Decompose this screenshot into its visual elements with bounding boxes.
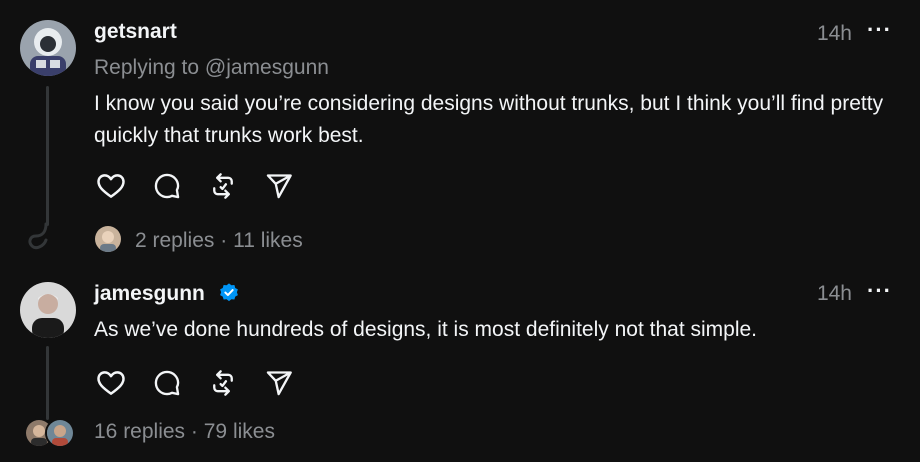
username[interactable]: getsnart (94, 20, 177, 44)
stats-separator: · (190, 420, 198, 443)
post-text: As we’ve done hundreds of designs, it is… (94, 318, 758, 341)
replier-avatar (45, 418, 75, 448)
thread-line (46, 86, 49, 226)
avatar[interactable] (20, 20, 76, 76)
username[interactable]: jamesgunn (94, 282, 205, 306)
heart-icon (97, 371, 125, 395)
likes-count[interactable]: 79 likes (204, 420, 275, 443)
like-button[interactable] (94, 169, 128, 203)
replies-count[interactable]: 16 replies (94, 420, 185, 443)
more-options-button[interactable]: ··· (867, 17, 892, 43)
repost-icon (213, 173, 233, 199)
thread-curl-icon (28, 222, 48, 250)
action-bar (94, 169, 296, 203)
send-icon (266, 174, 292, 199)
share-button[interactable] (262, 169, 296, 203)
replies-count[interactable]: 2 replies (135, 229, 214, 252)
thread-post: jamesgunn 14h ··· As we’ve done hundreds… (0, 270, 920, 462)
post-time: 14h (816, 282, 852, 305)
like-button[interactable] (94, 366, 128, 400)
avatar[interactable] (20, 282, 76, 338)
action-bar (94, 366, 296, 400)
post-text: I know you said you’re considering desig… (94, 92, 884, 147)
thread-line (46, 346, 49, 420)
comment-icon (154, 173, 180, 199)
heart-icon (97, 174, 125, 198)
comment-icon (154, 370, 180, 396)
comment-button[interactable] (150, 366, 184, 400)
replier-avatar (95, 226, 121, 252)
more-options-button[interactable]: ··· (867, 278, 892, 304)
replying-to-label[interactable]: Replying to @jamesgunn (94, 56, 329, 80)
send-icon (266, 371, 292, 396)
likes-count[interactable]: 11 likes (233, 229, 303, 252)
thread-post: getsnart 14h ··· Replying to @jamesgunn … (0, 0, 920, 270)
repost-button[interactable] (206, 169, 240, 203)
post-stats: 16 replies · 79 likes (94, 420, 275, 444)
verified-badge-icon (220, 283, 238, 302)
share-button[interactable] (262, 366, 296, 400)
stats-separator: · (220, 229, 228, 252)
post-stats: 2 replies · 11 likes (135, 229, 303, 253)
repost-icon (213, 370, 233, 396)
repost-button[interactable] (206, 366, 240, 400)
comment-button[interactable] (150, 169, 184, 203)
post-time: 14h (816, 22, 852, 45)
